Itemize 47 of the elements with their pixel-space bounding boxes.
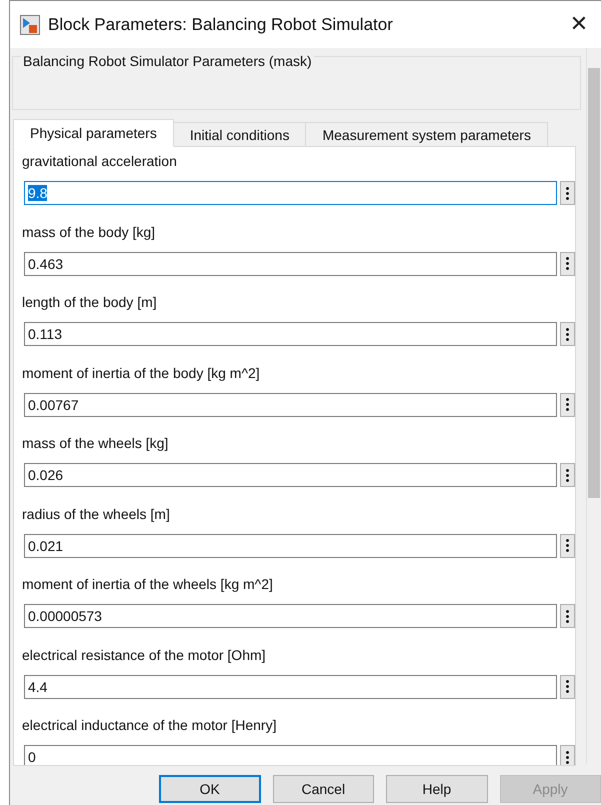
more-options-button[interactable] (560, 534, 575, 558)
more-icon (566, 539, 569, 552)
more-icon (566, 186, 569, 200)
input-field[interactable]: 0.021 (24, 534, 557, 558)
parameter-label: moment of inertia of the body [kg m^2] (22, 364, 260, 382)
parameter-label: mass of the wheels [kg] (22, 435, 168, 453)
tab[interactable]: Physical parameters (13, 119, 174, 147)
dialog-button[interactable]: Help (386, 775, 488, 803)
more-options-button[interactable] (560, 181, 575, 205)
group-title: Balancing Robot Simulator Parameters (mask) (21, 53, 314, 69)
more-icon (566, 328, 569, 340)
scrollbar-thumb[interactable] (588, 68, 600, 498)
window-title: Block Parameters: Balancing Robot Simulator (48, 14, 394, 34)
dialog-button[interactable]: Cancel (272, 775, 374, 803)
input-field[interactable]: 0.00000573 (24, 604, 557, 628)
more-icon (566, 257, 569, 270)
more-options-button[interactable] (560, 745, 575, 765)
block-icon (20, 14, 40, 34)
more-options-button[interactable] (560, 674, 575, 698)
more-options-button[interactable] (560, 322, 575, 346)
parameter-label: length of the body [m] (22, 294, 157, 312)
input-field[interactable]: 0.026 (24, 463, 557, 487)
parameter-label: gravitational acceleration (22, 153, 177, 171)
input-field[interactable]: 0 (24, 745, 557, 765)
parameter-label: electrical resistance of the motor [Ohm] (22, 646, 266, 664)
parameter-label: electrical inductance of the motor [Henry] (22, 717, 276, 735)
more-icon (566, 468, 569, 482)
parameter-label: radius of the wheels [m] (22, 506, 170, 524)
dialog-button[interactable]: OK (159, 775, 261, 803)
input-field[interactable]: 0.463 (24, 252, 557, 276)
parameter-label: moment of inertia of the wheels [kg m^2] (22, 576, 273, 594)
more-options-button[interactable] (560, 252, 575, 276)
more-options-button[interactable] (560, 392, 575, 416)
more-icon (566, 398, 569, 411)
input-field[interactable]: 0.113 (24, 322, 557, 346)
close-button[interactable]: ✕ (559, 12, 599, 37)
more-options-button[interactable] (560, 463, 575, 487)
more-icon (566, 750, 569, 764)
parameter-label: mass of the body [kg] (22, 224, 156, 242)
more-options-button[interactable] (560, 604, 575, 628)
more-icon (566, 680, 569, 693)
more-icon (566, 610, 569, 622)
input-field[interactable]: 0.00767 (24, 392, 557, 416)
input-field[interactable]: 9.8 (24, 181, 557, 205)
input-field[interactable]: 4.4 (24, 674, 557, 698)
tab[interactable]: Measurement system parameters (305, 122, 548, 147)
scrollbar[interactable] (586, 48, 601, 764)
